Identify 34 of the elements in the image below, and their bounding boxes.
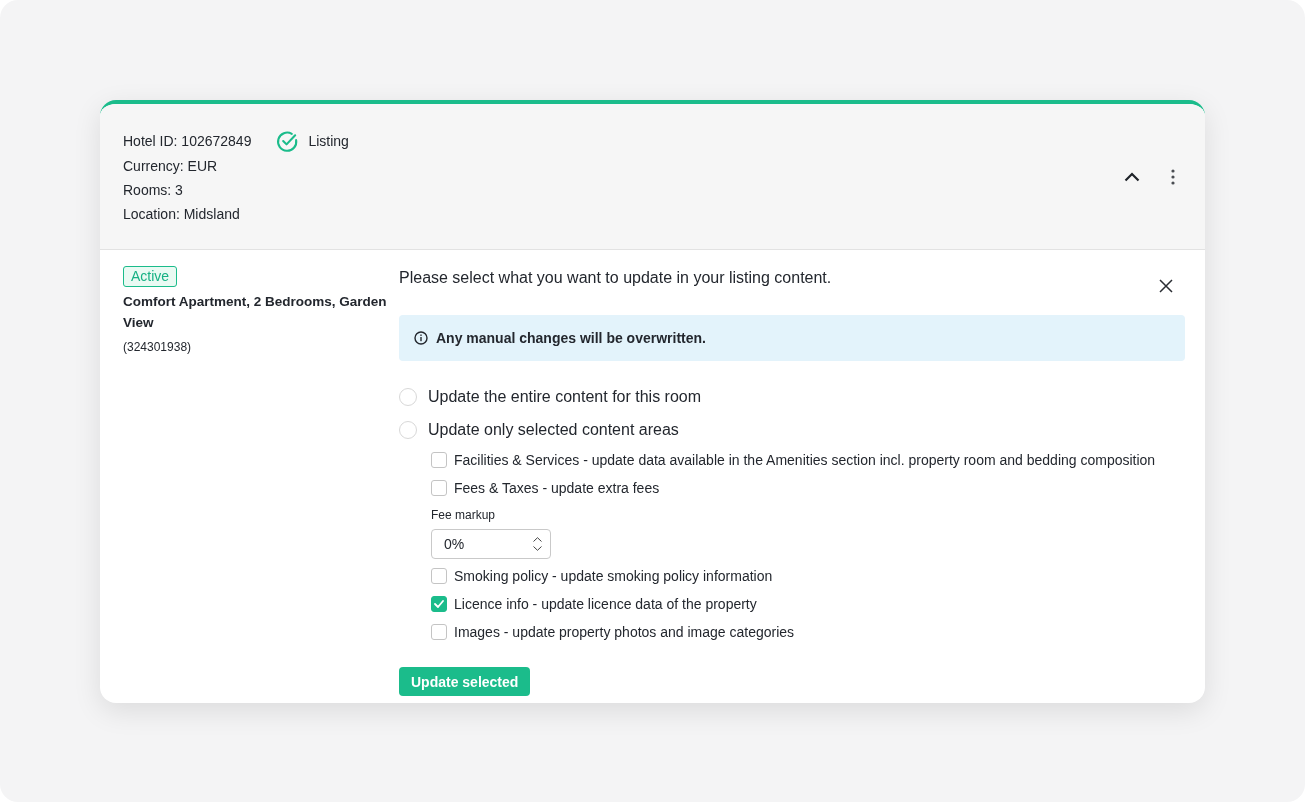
check-circle-icon [276, 129, 300, 153]
checkbox-label[interactable]: Facilities & Services - update data available in the Amenities section incl. property room and bedding composition [454, 452, 1156, 468]
checkbox-label[interactable]: Fees & Taxes - update extra fees [454, 480, 660, 496]
close-icon[interactable] [1159, 279, 1173, 293]
status-label: Listing [308, 132, 349, 151]
caret-down-icon[interactable] [533, 546, 542, 551]
checkbox[interactable] [431, 452, 447, 468]
panel-heading: Please select what you want to update in your listing content. [399, 268, 832, 288]
checkbox[interactable] [431, 568, 447, 584]
more-menu-icon[interactable] [1171, 169, 1175, 185]
info-icon [414, 331, 428, 345]
field-label: Fee markup [431, 507, 496, 523]
number-field[interactable]: 0% [431, 529, 551, 559]
caret-up-icon[interactable] [533, 537, 542, 542]
hotel-detail: Currency: EUR [123, 157, 218, 176]
tick-icon [434, 600, 444, 608]
status-badge: Active [123, 266, 178, 287]
radio-button[interactable] [399, 421, 417, 439]
checkbox[interactable] [431, 480, 447, 496]
room-code: (324301938) [123, 339, 192, 356]
hotel-detail: Location: Midsland [123, 205, 240, 224]
checkbox-label[interactable]: Licence info - update licence data of the property [454, 596, 757, 612]
chevron-up-icon[interactable] [1124, 172, 1140, 182]
checkbox[interactable] [431, 596, 447, 612]
radio-label[interactable]: Update only selected content areas [428, 418, 679, 442]
room-name: Comfort Apartment, 2 Bedrooms, Garden View [123, 293, 388, 332]
radio-button[interactable] [399, 388, 417, 406]
checkbox-label[interactable]: Images - update property photos and image categories [454, 624, 795, 640]
checkbox-label[interactable]: Smoking policy - update smoking policy information [454, 568, 773, 584]
hotel-detail: Hotel ID: 102672849 [123, 132, 252, 151]
radio-label[interactable]: Update the entire content for this room [428, 385, 702, 409]
hotel-detail: Rooms: 3 [123, 181, 183, 200]
checkbox[interactable] [431, 624, 447, 640]
info-text: Any manual changes will be overwritten. [436, 330, 706, 346]
